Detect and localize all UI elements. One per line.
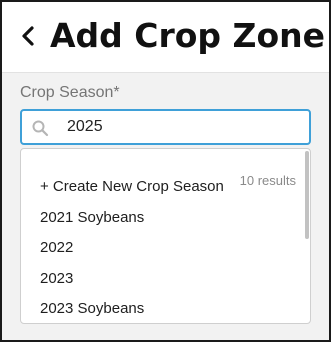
crop-season-search-field[interactable] bbox=[20, 109, 311, 145]
dropdown-option[interactable]: 2023 bbox=[21, 265, 303, 293]
crop-season-label: Crop Season* bbox=[20, 84, 120, 101]
create-new-crop-season-option[interactable]: + Create New Crop Season bbox=[21, 173, 303, 201]
chevron-left-icon bbox=[22, 26, 34, 46]
crop-season-search-input[interactable] bbox=[67, 111, 297, 143]
add-crop-zone-screen: Add Crop Zone Crop Season* 10 results + … bbox=[0, 0, 331, 342]
search-icon bbox=[32, 120, 49, 137]
back-button[interactable] bbox=[14, 20, 42, 52]
dropdown-option[interactable]: 2022 bbox=[21, 234, 303, 262]
dropdown-option[interactable]: 2023 Soybeans bbox=[21, 295, 303, 323]
crop-season-dropdown: 10 results + Create New Crop Season 2021… bbox=[20, 148, 311, 324]
dropdown-scrollbar-thumb[interactable] bbox=[305, 151, 309, 239]
header: Add Crop Zone bbox=[2, 2, 329, 73]
dropdown-option[interactable]: 2021 Soybeans bbox=[21, 204, 303, 232]
page-title: Add Crop Zone bbox=[50, 16, 326, 55]
